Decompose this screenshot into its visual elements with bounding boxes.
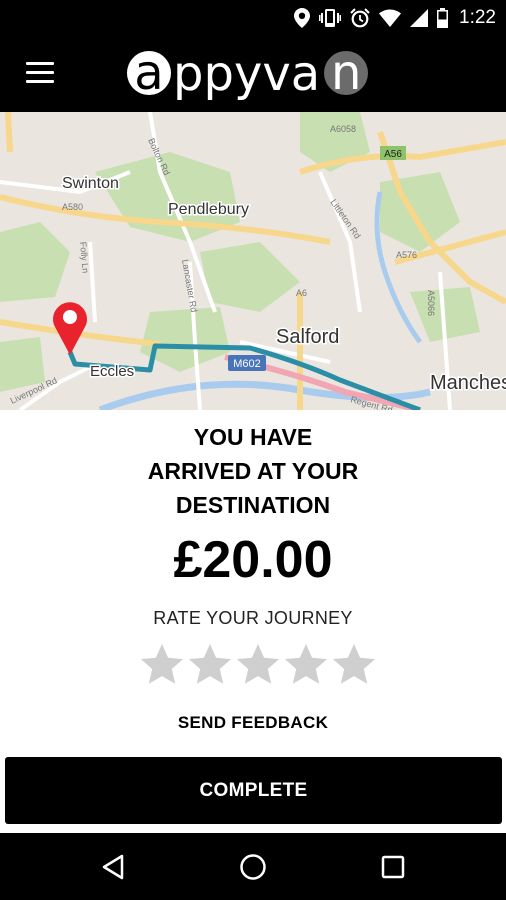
logo-letter-a: a <box>127 49 171 97</box>
map-label-folly-ln: Folly Ln <box>78 241 91 273</box>
map-label-m602: M602 <box>233 358 261 370</box>
map-label-a580: A580 <box>62 202 83 212</box>
map-label-a56: A56 <box>384 149 402 160</box>
map-label-a576: A576 <box>396 250 417 260</box>
home-circle-icon[interactable] <box>233 847 273 887</box>
map-label-a5066: A5066 <box>426 290 436 316</box>
arrival-message: YOU HAVE ARRIVED AT YOUR DESTINATION <box>0 420 506 522</box>
star-icon[interactable] <box>139 643 185 687</box>
signal-icon <box>410 9 429 27</box>
map-label-a6: A6 <box>296 288 307 298</box>
arrival-line-3: DESTINATION <box>175 492 331 518</box>
vibrate-icon <box>319 9 342 27</box>
route-map[interactable]: A56 M602 A580 A576 Bolton Rd Lancaster R… <box>0 112 506 410</box>
battery-icon <box>437 8 449 28</box>
status-bar: 1:22 <box>0 0 506 36</box>
map-label-a6058: A6058 <box>330 124 356 134</box>
map-label-swinton: Swinton <box>62 175 119 192</box>
map-label-pendlebury: Pendlebury <box>168 201 249 218</box>
appyvan-logo: a ppyva n <box>127 46 369 102</box>
arrival-line-2: ARRIVED AT YOUR <box>147 458 359 484</box>
logo-letter-n: n <box>324 49 369 97</box>
navigation-bar <box>0 833 506 900</box>
logo-letters: ppyva <box>173 46 321 102</box>
location-icon <box>294 8 311 28</box>
status-icons: 1:22 <box>294 6 496 30</box>
journey-summary-panel: YOU HAVE ARRIVED AT YOUR DESTINATION £20… <box>0 410 506 833</box>
star-icon[interactable] <box>235 643 281 687</box>
star-icon[interactable] <box>283 643 329 687</box>
star-icon[interactable] <box>187 643 233 687</box>
arrival-line-1: YOU HAVE <box>193 424 313 450</box>
app-bar: a ppyva n <box>0 36 506 112</box>
map-label-lancaster-rd: Lancaster Rd <box>180 259 199 313</box>
map-label-salford: Salford <box>276 326 339 348</box>
map-label-manchester: Manches <box>430 372 506 394</box>
fare-price: £20.00 <box>173 531 333 589</box>
send-feedback-link[interactable]: SEND FEEDBACK <box>0 713 506 733</box>
rate-journey-label: RATE YOUR JOURNEY <box>153 608 353 628</box>
recents-square-icon[interactable] <box>373 847 413 887</box>
wifi-icon <box>379 9 402 27</box>
destination-pin-icon <box>53 302 87 355</box>
star-rating[interactable] <box>139 643 377 687</box>
complete-button[interactable]: COMPLETE <box>5 757 502 824</box>
status-time: 1:22 <box>459 7 496 28</box>
map-label-eccles: Eccles <box>90 363 134 380</box>
alarm-icon <box>350 8 370 28</box>
hamburger-menu-icon[interactable] <box>26 62 54 84</box>
back-triangle-icon[interactable] <box>93 847 133 887</box>
star-icon[interactable] <box>331 643 377 687</box>
